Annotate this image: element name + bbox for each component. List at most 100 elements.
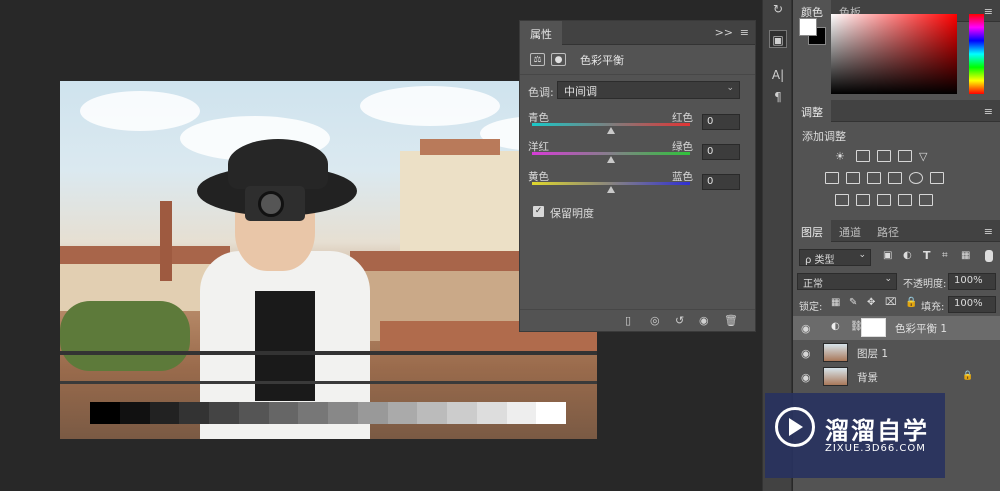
tab-adjustments[interactable]: 调整 [793,100,831,122]
watermark-logo: 溜溜自学 ZIXUE.3D66.COM [765,393,945,478]
gradient-map-icon[interactable] [919,194,933,206]
add-adjustment-label: 添加调整 [802,130,846,143]
layers-menu-icon[interactable]: ≡ [984,225,993,238]
fill-label: 填充: [921,302,945,313]
cyan-red-slider-thumb[interactable] [607,127,615,134]
properties-dock-icon[interactable]: ▣ [769,30,787,48]
magenta-green-track[interactable] [532,152,690,155]
vibrance-icon[interactable]: ▽ [919,150,933,163]
threshold-icon[interactable] [877,194,891,206]
properties-panel: 属性 >> ≡ ⚖ ● 色彩平衡 色调: 中间调 ⌄ 青色 红色 0 洋红 绿色… [519,20,756,332]
history-icon[interactable]: ↻ [769,0,787,18]
layer-row-background[interactable]: ◉ 背景 🔒 [793,365,1000,389]
filter-smart-object-icon[interactable]: ▦ [961,250,970,261]
layer-row-layer1[interactable]: ◉ 图层 1 [793,341,1000,365]
color-picker-field[interactable] [831,14,957,94]
fill-input[interactable]: 100% [948,296,996,313]
lock-position-icon[interactable]: ✥ [867,297,875,308]
properties-footer: ▯ ◎ ↺ ◉ 🗑 [520,309,755,331]
properties-tabbar: 属性 >> ≡ [520,21,755,45]
tab-paths[interactable]: 路径 [869,220,907,242]
cyan-red-value[interactable]: 0 [702,114,740,130]
properties-header: ⚖ ● 色彩平衡 [520,45,755,75]
cyan-red-track[interactable] [532,123,690,126]
adjustments-panel-tabs: 调整 ≡ [793,100,1000,122]
tab-channels[interactable]: 通道 [831,220,869,242]
layer-name[interactable]: 背景 [857,370,878,385]
eye-icon[interactable]: ◉ [801,347,811,360]
lock-icon: 🔒 [962,371,974,381]
exposure-icon[interactable] [898,150,912,162]
panel-menu-icon[interactable]: ≡ [740,26,749,39]
clip-to-layer-icon[interactable]: ▯ [625,314,631,327]
magenta-green-slider-thumb[interactable] [607,156,615,163]
filter-pixel-icon[interactable]: ▣ [883,250,892,261]
reset-icon[interactable]: ↺ [675,314,684,327]
photo-filter-icon[interactable] [888,172,902,184]
lock-transparent-icon[interactable]: ▦ [831,297,840,308]
posterize-icon[interactable] [856,194,870,206]
blend-mode-select[interactable]: 正常 ⌄ [797,273,897,290]
hue-saturation-icon[interactable] [825,172,839,184]
layer-mask-icon[interactable]: ● [551,53,566,66]
color-balance-icon: ⚖ [530,53,545,66]
lock-all-icon[interactable]: 🔒 [905,297,917,308]
layer-mask-thumbnail[interactable] [861,318,886,337]
chevron-down-icon: ⌄ [858,250,866,260]
character-icon[interactable]: A| [769,66,787,84]
chevron-down-icon: ⌄ [726,83,734,93]
preserve-luminosity-checkbox[interactable]: ✓ [533,206,544,217]
opacity-input[interactable]: 100% [948,273,996,290]
filter-toggle-icon[interactable] [985,250,993,262]
adjustments-menu-icon[interactable]: ≡ [984,105,993,118]
tab-layers[interactable]: 图层 [793,220,831,242]
watermark-title: 溜溜自学 [825,417,929,445]
filter-adjustment-icon[interactable]: ◐ [903,250,912,261]
grayscale-strip [90,402,566,424]
filter-type-icon[interactable]: T [923,249,931,262]
layer-name[interactable]: 图层 1 [857,346,888,361]
blend-mode-value: 正常 [803,279,823,290]
layer-row-color-balance[interactable]: ◉ ◐ ⛓ 色彩平衡 1 [793,316,1000,340]
collapse-panel-icon[interactable]: >> [715,26,733,39]
adjustment-layer-icon: ◐ [831,321,840,332]
fill-value: 100% [954,298,983,309]
magenta-green-value[interactable]: 0 [702,144,740,160]
preserve-luminosity-label: 保留明度 [550,207,594,220]
black-white-icon[interactable] [867,172,881,184]
layer-thumbnail[interactable] [823,367,848,386]
color-panel-menu-icon[interactable]: ≡ [984,5,993,18]
color-lookup-icon[interactable] [930,172,944,184]
layer-thumbnail[interactable] [823,343,848,362]
foreground-color-swatch[interactable] [799,18,817,36]
tab-properties[interactable]: 属性 [520,21,562,45]
lock-artboard-icon[interactable]: ⌧ [885,297,897,308]
yellow-blue-slider-thumb[interactable] [607,186,615,193]
hue-slider[interactable] [969,14,984,94]
channel-mixer-icon[interactable] [909,172,923,184]
yellow-blue-value[interactable]: 0 [702,174,740,190]
delete-icon[interactable]: 🗑 [724,314,738,327]
layer-filter-value: ρ 类型 [805,255,835,266]
lock-image-icon[interactable]: ✎ [849,297,857,308]
eye-icon[interactable]: ◉ [801,322,811,335]
chevron-down-icon: ⌄ [884,274,892,284]
invert-icon[interactable] [835,194,849,206]
yellow-blue-track[interactable] [532,182,690,185]
eye-icon[interactable]: ◉ [801,371,811,384]
layers-panel-tabs: 图层 通道 路径 ≡ [793,220,1000,242]
tone-label: 色调: [528,86,554,99]
document-photo[interactable] [60,81,597,439]
selective-color-icon[interactable] [898,194,912,206]
layer-name[interactable]: 色彩平衡 1 [895,321,947,336]
filter-shape-icon[interactable]: ⌗ [942,250,948,261]
brightness-icon[interactable]: ☀ [835,150,849,163]
levels-icon[interactable] [856,150,870,162]
visibility-eye-icon[interactable]: ◉ [699,314,709,327]
paragraph-icon[interactable]: ¶ [769,88,787,106]
curves-icon[interactable] [877,150,891,162]
layer-filter-select[interactable]: ρ 类型 ⌄ [799,249,871,266]
view-previous-icon[interactable]: ◎ [650,314,660,327]
color-balance-adjust-icon[interactable] [846,172,860,184]
tone-select[interactable]: 中间调 ⌄ [557,81,740,99]
